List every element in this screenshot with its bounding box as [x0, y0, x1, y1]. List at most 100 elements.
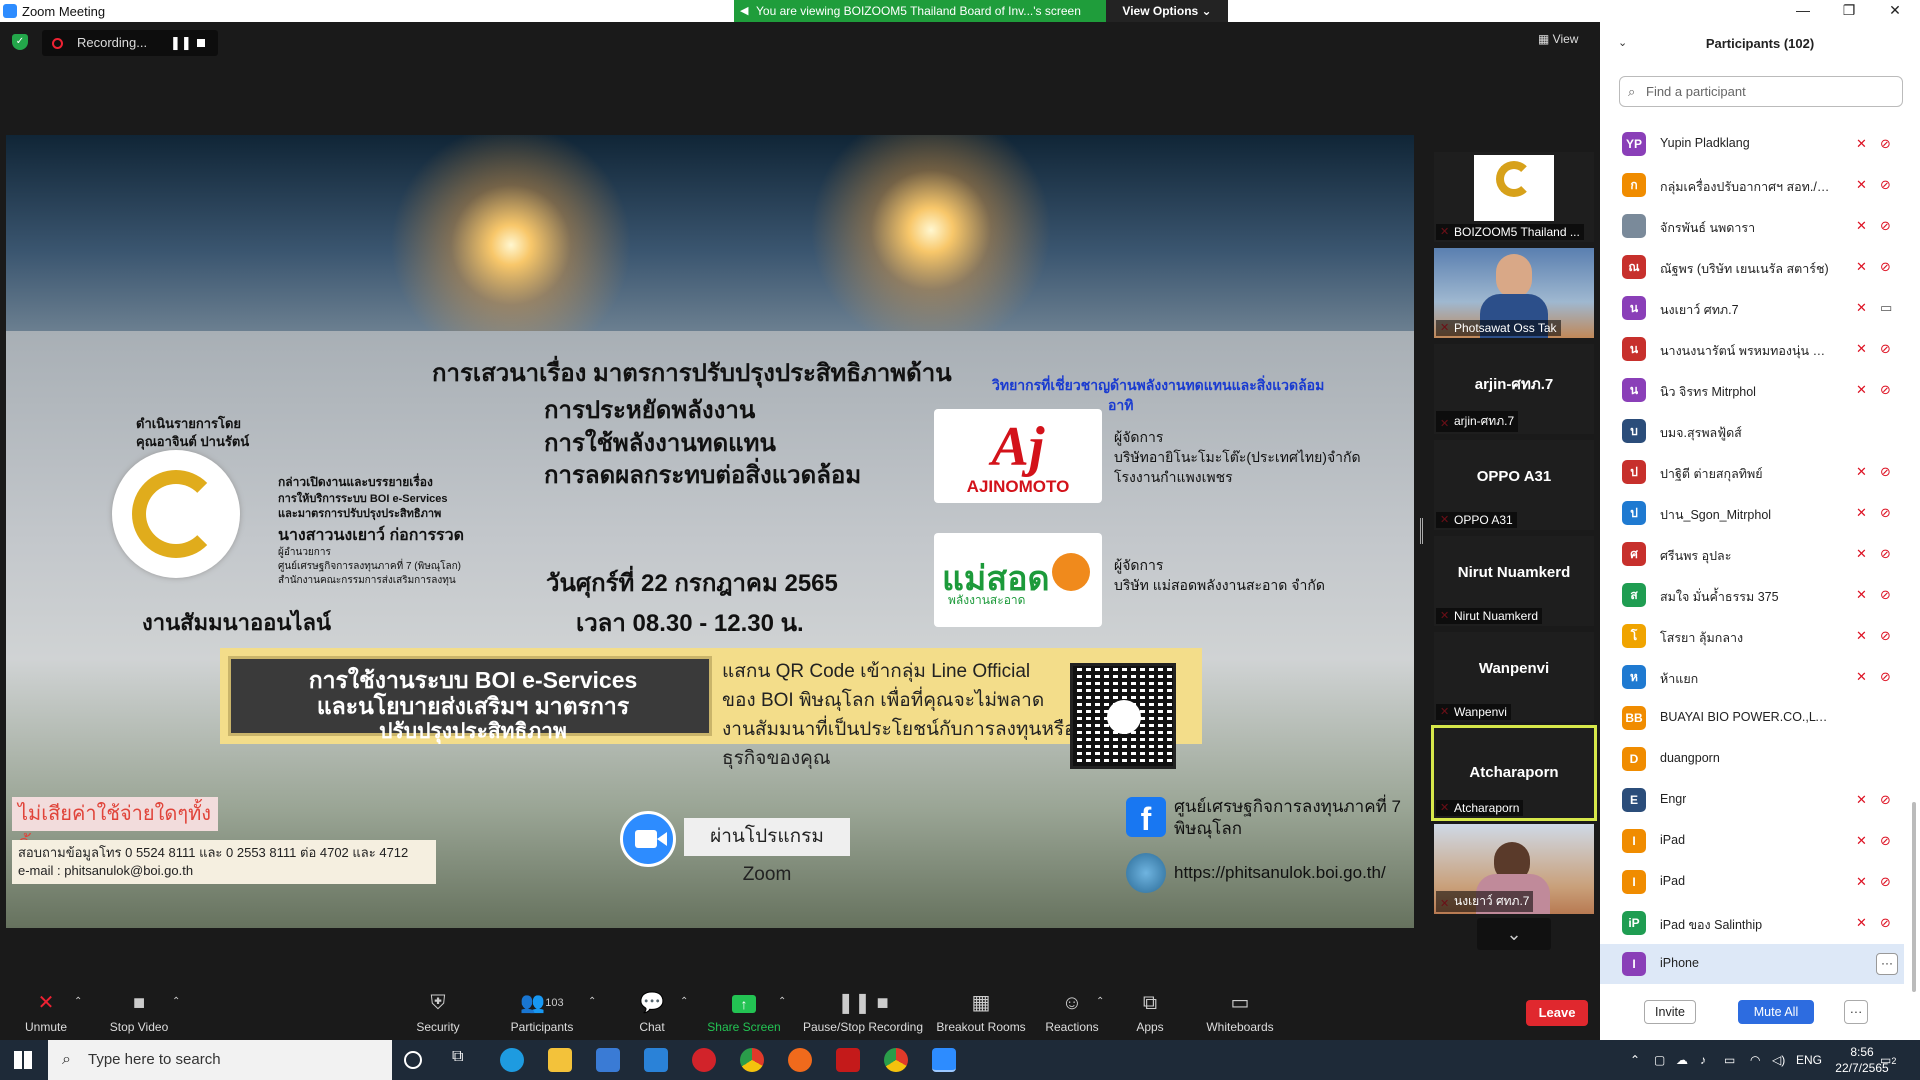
- tray-wifi-icon[interactable]: ◠: [1750, 1040, 1760, 1080]
- security-shield-icon[interactable]: ✓: [12, 34, 28, 50]
- participant-row[interactable]: IiPhone ···: [1600, 944, 1904, 984]
- participant-row[interactable]: น นิว จิรทร Mitrphol ✕ ⊘: [1600, 370, 1904, 411]
- security-button[interactable]: ⛨ Security: [410, 980, 466, 1040]
- pause-recording-icon[interactable]: ❚❚: [170, 30, 192, 56]
- tray-mic-icon[interactable]: ♪: [1700, 1040, 1706, 1080]
- find-participant-input[interactable]: ⌕ Find a participant: [1619, 76, 1903, 107]
- thumbnail-boizoom5[interactable]: ✕ BOIZOOM5 Thailand ...: [1434, 152, 1594, 242]
- chrome-profile-icon[interactable]: [884, 1048, 908, 1072]
- reactions-button[interactable]: ☺ Reactions: [1044, 980, 1100, 1040]
- chat-options-caret[interactable]: ⌃: [678, 980, 692, 1040]
- tray-battery-icon[interactable]: ▭: [1724, 1040, 1735, 1080]
- invite-button[interactable]: Invite: [1644, 1000, 1696, 1024]
- scroll-down-thumbnails-button[interactable]: ⌄: [1477, 918, 1551, 950]
- close-icon[interactable]: ✕: [1872, 0, 1918, 22]
- participant-row[interactable]: จักรพันธ์ นพดารา ✕ ⊘: [1600, 206, 1904, 247]
- splitter-handle[interactable]: [1420, 518, 1423, 544]
- participant-row[interactable]: น นางนงนารัตน์ พรหมทองนุ่น ศูนย์ศร... ✕ ⊘: [1600, 329, 1904, 370]
- edge-icon[interactable]: [500, 1048, 524, 1072]
- acrobat-icon[interactable]: [836, 1048, 860, 1072]
- breakout-rooms-button[interactable]: ▦ Breakout Rooms: [936, 980, 1026, 1040]
- participants-button[interactable]: 👥103 Participants: [504, 980, 580, 1040]
- whiteboards-button[interactable]: ▭ Whiteboards: [1200, 980, 1280, 1040]
- cortana-icon[interactable]: [404, 1051, 422, 1069]
- windows-start-icon[interactable]: [14, 1051, 32, 1069]
- online-seminar-label: งานสัมมนาออนไลน์: [142, 610, 332, 635]
- participant-row[interactable]: ก กลุ่มเครื่องปรับอากาศฯ สอท./ภาวนา ... ✕ ⊘: [1600, 165, 1904, 206]
- share-screen-icon: ↑: [706, 992, 782, 1014]
- tray-cloud-icon[interactable]: ☁: [1676, 1040, 1688, 1080]
- participant-name: กลุ่มเครื่องปรับอากาศฯ สอท./ภาวนา ...: [1660, 180, 1830, 194]
- pause-stop-recording-button[interactable]: ❚❚ ■ Pause/Stop Recording: [800, 980, 926, 1040]
- pause-stop-icon: ❚❚ ■: [837, 992, 889, 1014]
- recording-label: Recording...: [77, 35, 148, 50]
- share-options-caret[interactable]: ⌃: [776, 980, 790, 1040]
- participant-row[interactable]: E Engr ✕ ⊘: [1600, 780, 1904, 821]
- stop-recording-icon[interactable]: [197, 39, 205, 47]
- thumbnail-nirut[interactable]: Nirut Nuamkerd ✕ Nirut Nuamkerd: [1434, 536, 1594, 626]
- thumbnail-wanpenvi[interactable]: Wanpenvi ✕ Wanpenvi: [1434, 632, 1594, 722]
- more-options-button[interactable]: ···: [1844, 1000, 1868, 1024]
- file-explorer-icon[interactable]: [548, 1048, 572, 1072]
- maesot-logo-sub: พลังงานสะอาด: [948, 593, 1026, 607]
- boi-thumbnail-logo: [1474, 155, 1554, 221]
- leave-button[interactable]: Leave: [1526, 1000, 1588, 1026]
- video-options-caret[interactable]: ⌃: [170, 980, 184, 1040]
- participant-row[interactable]: IiPad ✕ ⊘: [1600, 862, 1904, 903]
- thumbnail-atcharaporn[interactable]: Atcharaporn ✕ Atcharaporn: [1431, 725, 1597, 821]
- view-options-button[interactable]: View Options ⌄: [1106, 0, 1228, 22]
- stop-video-button[interactable]: ■ Stop Video: [104, 980, 174, 1040]
- participant-row[interactable]: IiPad ✕ ⊘: [1600, 821, 1904, 862]
- participant-list-scrollbar[interactable]: [1912, 802, 1916, 992]
- input-language[interactable]: ENG: [1796, 1040, 1822, 1080]
- unmute-button[interactable]: ✕ Unmute: [18, 980, 74, 1040]
- participant-more-button[interactable]: ···: [1876, 953, 1898, 975]
- taskbar-search-input[interactable]: ⌕ Type here to search: [48, 1040, 392, 1080]
- thumbnail-photsawat[interactable]: ✕ Photsawat Oss Tak: [1434, 248, 1594, 338]
- restore-icon[interactable]: ❐: [1826, 0, 1872, 22]
- tray-device-icon[interactable]: ▢: [1654, 1040, 1665, 1080]
- participant-row[interactable]: ณ ณัฐพร (บริษัท เยนเนรัล สตาร์ช) ✕ ⊘: [1600, 247, 1904, 288]
- reactions-icon: ☺: [1061, 992, 1083, 1014]
- minimize-icon[interactable]: —: [1780, 0, 1826, 22]
- participant-row[interactable]: บ บมจ.สุรพลฟู้ดส์: [1600, 411, 1904, 452]
- participant-row[interactable]: น นงเยาว์ ศทภ.7 ✕ ▭: [1600, 288, 1904, 329]
- shared-screen-slide: การเสวนาเรื่อง มาตรการปรับปรุงประสิทธิภา…: [6, 135, 1414, 928]
- whiteboards-label: Whiteboards: [1206, 1020, 1274, 1034]
- store-icon[interactable]: [596, 1048, 620, 1072]
- participant-row[interactable]: ส สมใจ มั่นค้ำธรรม 375 ✕ ⊘: [1600, 575, 1904, 616]
- apps-button[interactable]: ⧉ Apps: [1130, 980, 1170, 1040]
- reactions-options-caret[interactable]: ⌃: [1094, 980, 1108, 1040]
- participant-row[interactable]: ห ห้าแยก ✕ ⊘: [1600, 657, 1904, 698]
- mute-all-button[interactable]: Mute All: [1738, 1000, 1814, 1024]
- opera-icon[interactable]: [692, 1048, 716, 1072]
- participant-row[interactable]: ศ ศรีนพร อุปละ ✕ ⊘: [1600, 534, 1904, 575]
- zoom-taskbar-icon[interactable]: [932, 1048, 956, 1072]
- participant-row[interactable]: Dduangporn: [1600, 739, 1904, 780]
- mail-icon[interactable]: [644, 1048, 668, 1072]
- chrome-icon[interactable]: [740, 1048, 764, 1072]
- share-screen-button[interactable]: ↑ Share Screen: [706, 980, 782, 1040]
- thumbnail-oppo[interactable]: OPPO A31 ✕ OPPO A31: [1434, 440, 1594, 530]
- participant-row[interactable]: iP iPad ของ Salinthip ✕ ⊘: [1600, 903, 1904, 944]
- tray-chevron-icon[interactable]: ⌃: [1630, 1040, 1640, 1080]
- view-button[interactable]: ▦ View: [1538, 32, 1578, 46]
- apps-label: Apps: [1136, 1020, 1164, 1034]
- chat-button[interactable]: 💬 Chat: [632, 980, 672, 1040]
- thumbnail-arjin[interactable]: arjin-ศทภ.7 ✕ arjin-ศทภ.7: [1434, 344, 1594, 434]
- participant-row[interactable]: ป ปาน_Sgon_Mitrphol ✕ ⊘: [1600, 493, 1904, 534]
- participants-options-caret[interactable]: ⌃: [586, 980, 600, 1040]
- chat-icon: 💬: [639, 992, 665, 1014]
- participant-row[interactable]: โ โสรยา ลุ้มกลาง ✕ ⊘: [1600, 616, 1904, 657]
- avatar: BB: [1622, 706, 1646, 730]
- tray-volume-icon[interactable]: ◁): [1772, 1040, 1785, 1080]
- audio-options-caret[interactable]: ⌃: [72, 980, 86, 1040]
- participant-row[interactable]: YP Yupin Pladklang ✕ ⊘: [1600, 124, 1904, 165]
- participant-row[interactable]: BB BUAYAI BIO POWER.CO.,LTD.: [1600, 698, 1904, 739]
- participant-row[interactable]: ป ปาฐิตี ต่ายสกุลทิพย์ ✕ ⊘: [1600, 452, 1904, 493]
- notification-icon[interactable]: ▭2: [1880, 1040, 1896, 1080]
- task-view-icon[interactable]: ⧉: [452, 1048, 476, 1072]
- slide-title: การเสวนาเรื่อง มาตรการปรับปรุงประสิทธิภา…: [432, 360, 952, 387]
- thumbnail-nongyao[interactable]: ✕ นงเยาว์ ศทภ.7: [1434, 824, 1594, 914]
- firefox-icon[interactable]: [788, 1048, 812, 1072]
